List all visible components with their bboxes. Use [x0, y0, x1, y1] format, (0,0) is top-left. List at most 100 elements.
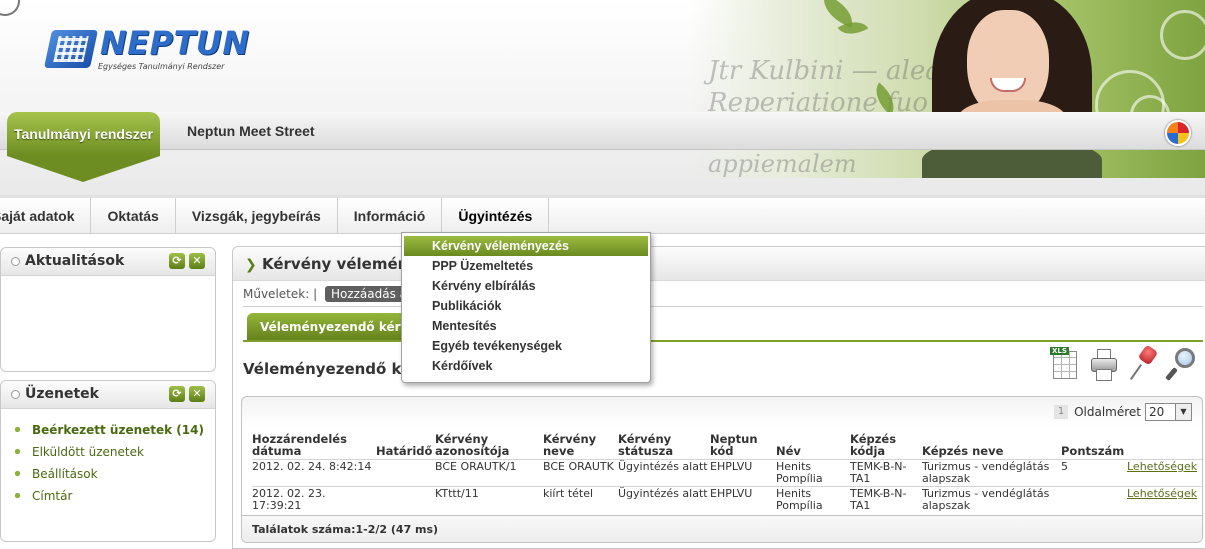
messages-list: Beérkezett üzenetek (14) Elküldött üzene… [1, 409, 215, 507]
xls-export-icon[interactable]: XLS [1050, 347, 1080, 383]
menu-item-egyeb-tevekenysegek[interactable]: Egyéb tevékenységek [402, 336, 650, 356]
table-cell: kiírt tétel [543, 485, 618, 513]
menu-oktatas[interactable]: Oktatás [91, 198, 176, 234]
pager: 1 Oldalméret 20 ▼ [1054, 403, 1192, 421]
main-menu: Saját adatok Oktatás Vizsgák, jegybeírás… [0, 198, 1205, 234]
table-cell: Turizmus - vendéglátás alapszak [922, 485, 1061, 513]
table-row[interactable]: 2012. 02. 24. 8:42:14 BCE ORAUTK/1 BCE O… [252, 458, 1202, 486]
color-theme-icon[interactable] [1165, 120, 1191, 146]
options-link[interactable]: Lehetőségek [1127, 485, 1202, 513]
tab-velemenyezendo-kervenyek[interactable]: Véleményezendő kérvé [247, 313, 417, 341]
table-cell: Henits Pompília [776, 485, 850, 513]
menu-ugyintezes[interactable]: Ügyintézés [442, 198, 550, 234]
messages-item-sent[interactable]: Elküldött üzenetek [13, 441, 215, 463]
neptun-logo[interactable]: NEPTUN Egységes Tanulmányi Rendszer [43, 24, 250, 76]
menu-item-kerdoivek[interactable]: Kérdőívek [402, 356, 650, 376]
table-cell: TEMK-B-N-TA1 [850, 458, 922, 486]
results-count: Találatok száma:1-2/2 (47 ms) [242, 515, 1202, 542]
page-size-select[interactable]: 20 ▼ [1145, 403, 1192, 421]
collapse-dot-icon[interactable] [11, 390, 20, 399]
table-cell [376, 458, 435, 486]
table-cell: EHPLVU [710, 485, 776, 513]
table-cell [376, 485, 435, 513]
menu-informacio[interactable]: Információ [338, 198, 443, 234]
bullet-icon [13, 425, 22, 434]
table-cell: 5 [1061, 458, 1127, 486]
add-button[interactable]: Hozzáadás a [324, 286, 414, 302]
col-header [1127, 432, 1202, 459]
table-row[interactable]: 2012. 02. 23. 17:39:21 KTttt/11 kiírt té… [252, 485, 1202, 513]
bullet-icon [13, 469, 22, 478]
page-number[interactable]: 1 [1054, 405, 1069, 419]
table-cell: 2012. 02. 23. 17:39:21 [252, 485, 376, 513]
menu-vizsgak-jegybeiras[interactable]: Vizsgák, jegybeírás [176, 198, 338, 234]
table-cell: BCE ORAUTK [543, 458, 618, 486]
neptun-logo-icon [43, 30, 99, 68]
table-cell: EHPLVU [710, 458, 776, 486]
col-header[interactable]: Határidő [376, 432, 435, 459]
col-header[interactable]: Képzés neve [922, 432, 1061, 459]
content-panel: ❯ Kérvény véleménye Műveletek: | Hozzáad… [232, 246, 1205, 549]
table-cell: BCE ORAUTK/1 [435, 458, 543, 486]
divider [243, 306, 1203, 307]
news-panel-header: Aktualitások ⟳ ✕ [1, 248, 215, 276]
table-cell [1061, 485, 1127, 513]
ugyintezes-dropdown-menu: Kérvény véleményezés PPP Üzemeltetés Kér… [401, 232, 651, 383]
bullet-icon [13, 447, 22, 456]
menu-item-kerveny-elbiralas[interactable]: Kérvény elbírálás [402, 276, 650, 296]
brand-name: NEPTUN [100, 24, 250, 62]
header-tab-bar [0, 112, 1205, 150]
table-cell: Henits Pompília [776, 458, 850, 486]
menu-item-mentesites[interactable]: Mentesítés [402, 316, 650, 336]
refresh-icon[interactable]: ⟳ [169, 253, 185, 269]
results-table: Hozzárendelés dátuma Határidő Kérvény az… [252, 432, 1202, 513]
messages-item-settings[interactable]: Beállítások [13, 463, 215, 485]
table-cell: KTttt/11 [435, 485, 543, 513]
news-panel-title: Aktualitások [25, 253, 125, 269]
operations-label: Műveletek: [243, 287, 310, 301]
col-header[interactable]: Kérvény státusza [618, 432, 710, 459]
table-cell: 2012. 02. 24. 8:42:14 [252, 458, 376, 486]
operations-separator: | [313, 287, 318, 301]
news-panel: Aktualitások ⟳ ✕ [0, 247, 216, 372]
results-grid: 1 Oldalméret 20 ▼ Hozzárendelés dátuma H… [241, 396, 1203, 543]
chevron-down-icon: ▼ [1175, 404, 1191, 420]
header: NEPTUN Egységes Tanulmányi Rendszer Jtr … [0, 0, 1205, 195]
menu-item-publikaciok[interactable]: Publikációk [402, 296, 650, 316]
messages-item-directory[interactable]: Címtár [13, 485, 215, 507]
table-cell: Turizmus - vendéglátás alapszak [922, 458, 1061, 486]
messages-item-inbox[interactable]: Beérkezett üzenetek (14) [13, 419, 215, 441]
options-link[interactable]: Lehetőségek [1127, 458, 1202, 486]
menu-item-ppp-uzemeltetes[interactable]: PPP Üzemeltetés [402, 256, 650, 276]
close-icon[interactable]: ✕ [189, 253, 205, 269]
refresh-icon[interactable]: ⟳ [169, 386, 185, 402]
chevron-right-icon: ❯ [245, 257, 257, 273]
pin-icon[interactable] [1129, 344, 1159, 383]
tab-neptun-meet-street[interactable]: Neptun Meet Street [187, 123, 315, 139]
table-cell: Ügyintézés alatt [618, 485, 710, 513]
decor-swirl [0, 0, 20, 16]
close-icon[interactable]: ✕ [189, 386, 205, 402]
table-cell: Ügyintézés alatt [618, 458, 710, 486]
col-header[interactable]: Hozzárendelés dátuma [252, 432, 376, 459]
col-header[interactable]: Kérvény neve [543, 432, 618, 459]
col-header[interactable]: Név [776, 432, 850, 459]
tab-tanulmanyi-rendszer-label: Tanulmányi rendszer [7, 112, 160, 156]
brand-tagline: Egységes Tanulmányi Rendszer [98, 62, 225, 71]
col-header[interactable]: Képzés kódja [850, 432, 922, 459]
print-icon[interactable] [1089, 347, 1119, 383]
operations-bar: Műveletek: | Hozzáadás a [243, 286, 414, 302]
bullet-icon [13, 491, 22, 500]
col-header[interactable]: Pontszám [1061, 432, 1127, 459]
menu-item-kerveny-velemenyezes[interactable]: Kérvény véleményezés [404, 236, 648, 256]
tab-tanulmanyi-rendszer[interactable]: Tanulmányi rendszer [7, 112, 160, 182]
menu-sajat-adatok[interactable]: Saját adatok [0, 198, 92, 234]
collapse-dot-icon[interactable] [11, 257, 20, 266]
zoom-icon[interactable] [1165, 347, 1197, 383]
messages-panel-title: Üzenetek [25, 386, 99, 402]
content-header: ❯ Kérvény véleménye [233, 247, 1205, 281]
col-header[interactable]: Kérvény azonosítója [435, 432, 543, 459]
col-header[interactable]: Neptun kód [710, 432, 776, 459]
messages-panel: Üzenetek ⟳ ✕ Beérkezett üzenetek (14) El… [0, 380, 216, 542]
table-header-row: Hozzárendelés dátuma Határidő Kérvény az… [252, 432, 1202, 459]
